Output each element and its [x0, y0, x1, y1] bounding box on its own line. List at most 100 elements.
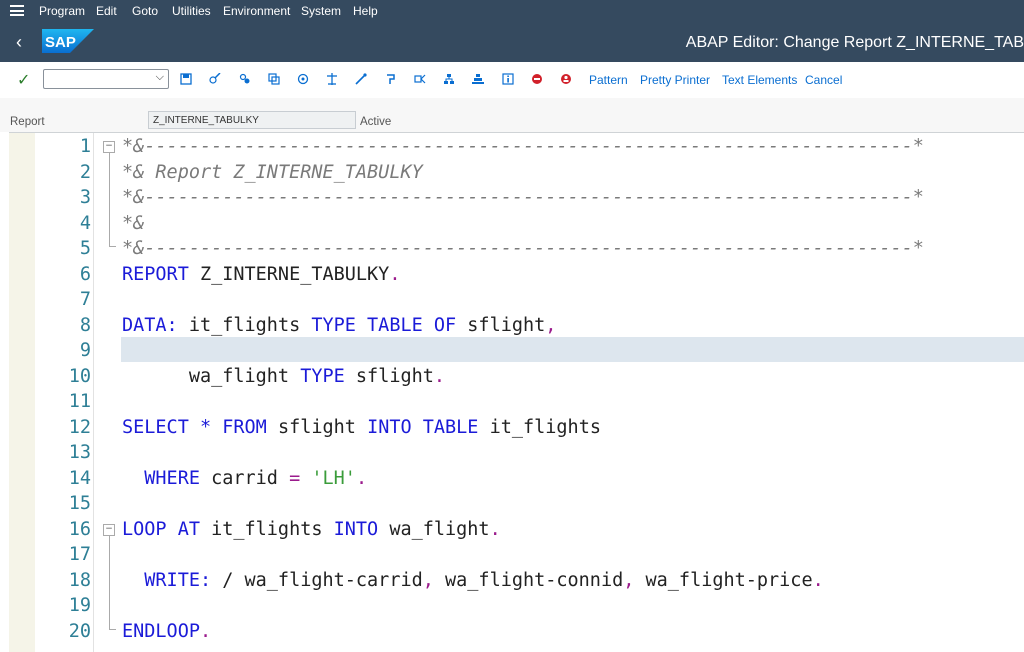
code-line[interactable]: 19	[9, 592, 1024, 618]
chevron-down-icon[interactable]: ⌵	[156, 71, 164, 84]
save-icon[interactable]	[180, 73, 192, 85]
fold-toggle-icon[interactable]: −	[103, 141, 115, 153]
line-number: 14	[68, 467, 91, 489]
code-line[interactable]: 16 LOOP AT it_flights INTO wa_flight.	[9, 516, 1024, 542]
code-line[interactable]: 17	[9, 541, 1024, 567]
code-editor[interactable]: 1 *&-------------------------------------…	[9, 132, 1024, 652]
display-change-icon[interactable]	[209, 73, 221, 85]
pretty-printer-button[interactable]: Pretty Printer	[640, 73, 710, 87]
line-number: 6	[79, 263, 91, 285]
external-breakpoint-icon[interactable]	[560, 73, 572, 85]
code-token: wa_flight	[378, 518, 490, 540]
code-line[interactable]: 18 WRITE: / wa_flight-carrid, wa_flight-…	[9, 567, 1024, 593]
text-elements-button[interactable]: Text Elements	[722, 73, 797, 87]
code-token: WHERE	[144, 467, 200, 489]
application-toolbar: ✓ ⌵ Pattern Pretty Printer Text Elements…	[0, 62, 1024, 98]
code-line[interactable]: 10 wa_flight TYPE sflight.	[9, 363, 1024, 389]
fold-guide	[109, 536, 110, 629]
line-number: 5	[79, 238, 91, 259]
code-line[interactable]: 14 WHERE carrid = 'LH'.	[9, 465, 1024, 491]
menu-program[interactable]: Program	[39, 4, 85, 18]
display-object-list-icon[interactable]	[443, 73, 455, 85]
code-token: INTO	[333, 518, 379, 540]
code-line[interactable]: 5 *&-------------------------------------…	[9, 235, 1024, 261]
code-token: *&--------------------------------------…	[122, 136, 924, 157]
line-number: 7	[79, 289, 91, 310]
line-number: 18	[68, 569, 91, 591]
code-line[interactable]: 15	[9, 490, 1024, 516]
code-token: FROM	[222, 416, 267, 438]
menu-edit[interactable]: Edit	[96, 4, 117, 18]
code-token: ,	[623, 569, 635, 591]
menu-environment[interactable]: Environment	[223, 4, 290, 18]
navigation-window-icon[interactable]	[414, 73, 426, 85]
hamburger-menu-icon[interactable]	[10, 5, 24, 16]
menu-utilities[interactable]: Utilities	[172, 4, 211, 18]
code-line[interactable]: 8 DATA: it_flights TYPE TABLE OF sflight,	[9, 312, 1024, 338]
line-number: 12	[68, 416, 91, 438]
where-used-icon[interactable]	[384, 73, 396, 85]
code-token: wa_flight	[122, 365, 301, 387]
menu-help[interactable]: Help	[353, 4, 378, 18]
code-line[interactable]: 6 REPORT Z_INTERNE_TABULKY.	[9, 261, 1024, 287]
code-line[interactable]: 4 *&	[9, 210, 1024, 236]
enter-checkmark-icon[interactable]: ✓	[17, 70, 30, 90]
code-line[interactable]: 1 *&-------------------------------------…	[9, 133, 1024, 159]
code-line[interactable]: 12 SELECT * FROM sflight INTO TABLE it_fl…	[9, 414, 1024, 440]
breakpoint-icon[interactable]	[531, 73, 543, 85]
code-token: LOOP AT	[122, 518, 200, 540]
code-text: *&--------------------------------------…	[122, 238, 924, 259]
line-number: 2	[79, 161, 91, 183]
line-number: 3	[79, 187, 91, 208]
info-icon[interactable]	[502, 73, 514, 85]
line-number: 17	[68, 544, 91, 565]
page-title: ABAP Editor: Change Report Z_INTERNE_TAB	[685, 34, 1024, 51]
code-token: it_flights	[177, 314, 312, 336]
code-token: ,	[422, 569, 434, 591]
line-number: 4	[79, 212, 91, 234]
code-text: *& Report Z_INTERNE_TABULKY	[122, 162, 423, 183]
activate-icon[interactable]	[326, 73, 338, 85]
command-field[interactable]: ⌵	[43, 69, 169, 89]
cancel-button[interactable]: Cancel	[805, 73, 842, 87]
fold-guide	[109, 153, 110, 246]
menu-system[interactable]: System	[301, 4, 341, 18]
fold-toggle-icon[interactable]: −	[103, 524, 115, 536]
code-text: DATA: it_flights TYPE TABLE OF sflight,	[122, 315, 556, 336]
code-line[interactable]: 9	[9, 337, 1024, 363]
enhancements-icon[interactable]	[472, 73, 484, 85]
code-token: TYPE TABLE OF	[311, 314, 457, 336]
active-inactive-icon[interactable]	[239, 73, 251, 85]
code-line[interactable]: 3 *&-------------------------------------…	[9, 184, 1024, 210]
code-line[interactable]: 13	[9, 439, 1024, 465]
report-header: Report Z_INTERNE_TABULKY Active	[0, 98, 1024, 132]
code-token: .	[812, 569, 824, 591]
code-text: REPORT Z_INTERNE_TABULKY.	[122, 264, 400, 285]
test-icon[interactable]	[355, 73, 367, 85]
code-text: WHERE carrid = 'LH'.	[122, 468, 367, 489]
report-label: Report	[10, 116, 45, 128]
menu-goto[interactable]: Goto	[132, 4, 158, 18]
pattern-button[interactable]: Pattern	[589, 73, 628, 87]
code-text: SELECT * FROM sflight INTO TABLE it_flig…	[122, 417, 601, 438]
check-icon[interactable]	[297, 73, 309, 85]
code-line[interactable]: 20 ENDLOOP.	[9, 618, 1024, 644]
other-object-icon[interactable]	[268, 73, 280, 85]
line-number: 11	[68, 391, 91, 412]
line-number: 13	[68, 442, 91, 463]
code-token: wa_flight-price	[634, 569, 813, 591]
code-line[interactable]: 7	[9, 286, 1024, 312]
code-token: ,	[545, 314, 557, 336]
code-token: SELECT	[122, 416, 189, 438]
code-token: carrid	[199, 467, 290, 489]
back-icon[interactable]: ‹	[16, 33, 22, 51]
line-number: 15	[68, 493, 91, 514]
code-token: INTO TABLE	[367, 416, 479, 438]
code-token: REPORT	[122, 263, 189, 285]
code-text: *&	[122, 213, 144, 234]
code-line[interactable]: 2 *& Report Z_INTERNE_TABULKY	[9, 159, 1024, 185]
code-line[interactable]: 11	[9, 388, 1024, 414]
